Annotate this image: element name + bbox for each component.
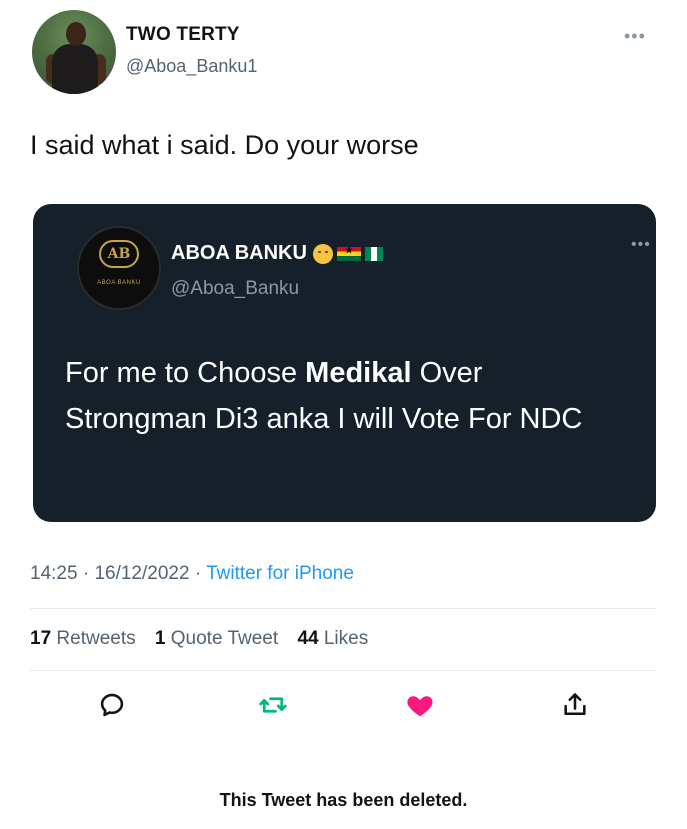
quoted-tweet-text: For me to Choose Medikal Over Strongman … [65, 350, 625, 442]
quoted-avatar[interactable]: AB ABOA BANKU [77, 226, 161, 310]
deleted-notice: This Tweet has been deleted. [219, 790, 468, 810]
likes-label: Likes [323, 628, 369, 649]
quoted-avatar-caption: ABOA BANKU [97, 280, 141, 286]
retweet-button[interactable] [256, 688, 290, 722]
tweet-date[interactable]: 16/12/2022 [94, 563, 189, 584]
retweet-icon [259, 697, 287, 713]
tweet-source[interactable]: Twitter for iPhone [206, 563, 354, 584]
meta-separator: · [82, 563, 95, 584]
avatar-head [66, 22, 86, 46]
tweet-meta: 14:25 · 16/12/2022 · Twitter for iPhone [30, 563, 354, 585]
quotes-label: Quote Tweet [170, 628, 279, 649]
unamused-face-emoji-icon [312, 243, 333, 264]
likes-count: 44 [297, 628, 319, 649]
quoted-name-text: ABOA BANKU [171, 242, 307, 264]
retweets-count: 17 [30, 628, 52, 649]
retweets-stat[interactable]: 17 Retweets [30, 628, 136, 649]
avatar-figure [52, 44, 98, 94]
quotes-count: 1 [154, 628, 166, 649]
quotes-stat[interactable]: 1 Quote Tweet [155, 628, 278, 649]
user-handle[interactable]: @Aboa_Banku1 [126, 56, 257, 77]
reply-button[interactable] [95, 688, 129, 722]
tweet-time[interactable]: 14:25 [30, 563, 78, 584]
quoted-text-part1: For me to Choose [65, 357, 306, 389]
quoted-handle[interactable]: @Aboa_Banku [171, 278, 299, 300]
quoted-more-options-icon[interactable]: ••• [631, 236, 651, 254]
share-button[interactable] [558, 688, 592, 722]
user-display-name[interactable]: TWO TERTY [126, 24, 240, 46]
nigeria-flag-icon [364, 246, 383, 261]
tweet-stats: 17 Retweets 1 Quote Tweet 44 Likes [30, 628, 368, 650]
divider [30, 608, 657, 609]
quoted-text-bold: Medikal [305, 357, 412, 389]
reply-icon [100, 693, 124, 717]
retweets-label: Retweets [56, 628, 136, 649]
divider [30, 670, 657, 671]
likes-stat[interactable]: 44 Likes [297, 628, 368, 649]
user-avatar[interactable] [32, 10, 116, 94]
quoted-avatar-logo: AB [99, 240, 139, 268]
more-options-icon[interactable]: ••• [624, 26, 646, 47]
quoted-tweet-card[interactable]: AB ABOA BANKU ABOA BANKU @Aboa_Banku •••… [33, 204, 656, 522]
tweet-text: I said what i said. Do your worse [30, 130, 419, 160]
quoted-display-name[interactable]: ABOA BANKU [171, 242, 383, 265]
share-icon [564, 693, 586, 716]
meta-separator: · [194, 563, 207, 584]
ghana-flag-icon [336, 245, 361, 261]
like-button[interactable] [403, 688, 437, 722]
heart-icon [407, 696, 433, 717]
